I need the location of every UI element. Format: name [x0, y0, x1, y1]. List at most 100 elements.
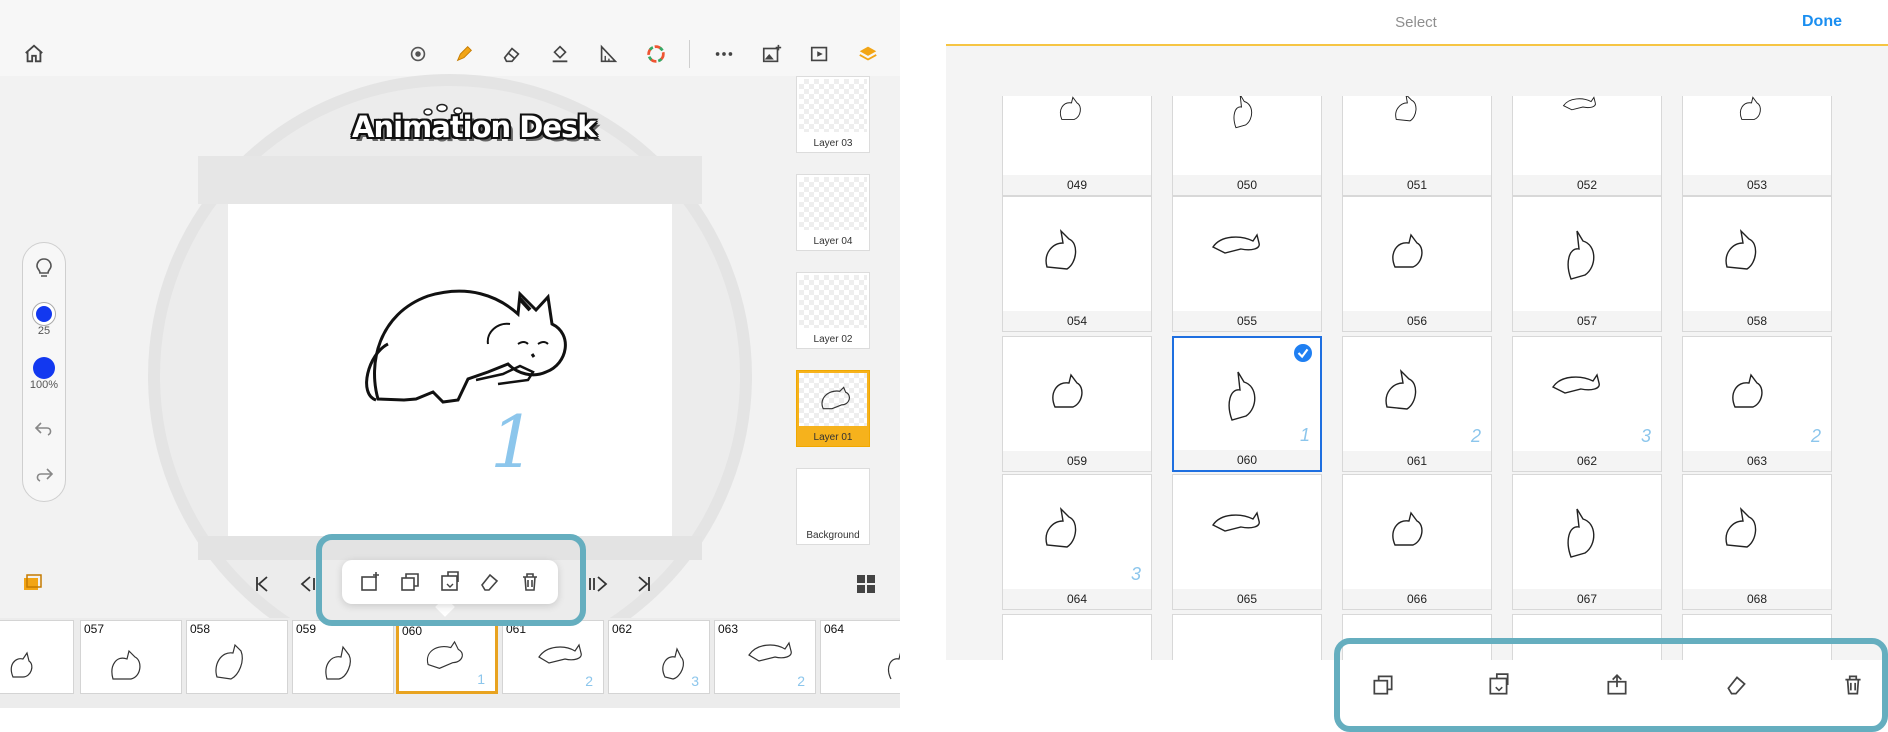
filmstrip-frame[interactable]: 058 [186, 620, 288, 694]
frame-mark: 2 [585, 673, 593, 689]
frame-cell-number: 066 [1343, 589, 1491, 609]
first-frame-icon[interactable] [250, 572, 274, 596]
redo-icon[interactable] [23, 465, 65, 488]
lightbulb-icon[interactable] [23, 257, 65, 282]
frame-cell[interactable]: 056 [1342, 196, 1492, 332]
layer-item[interactable]: Layer 04 [796, 174, 870, 251]
home-icon[interactable] [20, 40, 48, 68]
cat-sketch [1551, 373, 1600, 394]
frame-cell[interactable]: 3 064 [1002, 474, 1152, 610]
undo-icon[interactable] [23, 419, 65, 442]
frame-cell[interactable]: 065 [1172, 474, 1322, 610]
next-frame-icon[interactable] [586, 572, 610, 596]
onion-skin-icon[interactable] [404, 40, 432, 68]
opacity-value: 100% [29, 379, 59, 391]
frame-cell-number: 052 [1513, 175, 1661, 195]
frame-cell[interactable]: 052 [1512, 96, 1662, 196]
cat-thumbnail [1045, 506, 1077, 548]
frame-cell-partial[interactable] [1002, 614, 1152, 660]
drawing-canvas[interactable]: 1 [228, 204, 672, 536]
add-image-icon[interactable] [758, 40, 786, 68]
done-button[interactable]: Done [1802, 13, 1842, 31]
layers-icon[interactable] [854, 40, 882, 68]
frame-mark: 2 [1470, 426, 1481, 446]
layer-label: Background [806, 530, 860, 541]
frame-cell-number: 050 [1173, 175, 1321, 195]
cat-sketch [1211, 233, 1260, 254]
frame-cell[interactable]: 068 [1682, 474, 1832, 610]
frame-cell[interactable]: 050 [1172, 96, 1322, 196]
frame-cell[interactable]: 054 [1002, 196, 1152, 332]
cat-thumbnail [1392, 511, 1423, 546]
opacity-control[interactable]: 100% [23, 357, 65, 391]
checkmark-icon [1292, 342, 1314, 364]
ruler-icon[interactable] [594, 40, 622, 68]
layer-item[interactable]: Layer 02 [796, 272, 870, 349]
frame-mark: 1 [1299, 425, 1310, 445]
frame-cell[interactable]: 049 [1002, 96, 1152, 196]
cat-thumbnail [1233, 96, 1253, 129]
play-preview-icon[interactable] [806, 40, 834, 68]
frame-cell-number: 067 [1513, 589, 1661, 609]
frame-cell-partial[interactable] [1172, 614, 1322, 660]
last-frame-icon[interactable] [632, 572, 656, 596]
frame-cell-number: 064 [1003, 589, 1151, 609]
cat-thumbnail [1211, 233, 1260, 254]
cat-sketch [1732, 373, 1763, 408]
cat-sketch [1211, 511, 1260, 532]
frame-cell[interactable]: 3 062 [1512, 336, 1662, 472]
filmstrip-frame[interactable]: 057 [80, 620, 182, 694]
filmstrip-frame[interactable]: 059 [292, 620, 394, 694]
layer-item-active[interactable]: Layer 01 [796, 370, 870, 447]
frame-cell-number: 063 [1683, 451, 1831, 471]
frame-cell-number: 051 [1343, 175, 1491, 195]
cat-sketch [1567, 508, 1595, 558]
cat-thumbnail [1567, 230, 1595, 280]
frame-cell[interactable]: 051 [1342, 96, 1492, 196]
cat-thumbnail [1725, 506, 1757, 548]
filmstrip-frame[interactable]: 062 3 [608, 620, 710, 694]
frame-cell[interactable]: 059 [1002, 336, 1152, 472]
frame-cell-number: 056 [1343, 311, 1491, 331]
frame-cell-number: 057 [1513, 311, 1661, 331]
frame-cell[interactable]: 2 061 [1342, 336, 1492, 472]
cat-sketch [1567, 230, 1595, 280]
frame-cell[interactable]: 2 063 [1682, 336, 1832, 472]
eraser-icon[interactable] [498, 40, 526, 68]
frame-cell[interactable]: 057 [1512, 196, 1662, 332]
frame-cell[interactable]: 053 [1682, 96, 1832, 196]
cat-thumbnail [1562, 96, 1596, 111]
frame-mark: 3 [1640, 426, 1651, 446]
stage-shelf [198, 156, 702, 204]
frames-stack-icon[interactable] [20, 572, 44, 596]
layer-item[interactable]: Background [796, 468, 870, 545]
cat-thumbnail [1739, 96, 1761, 120]
layer-label: Layer 01 [813, 432, 853, 443]
cat-sketch [1045, 228, 1077, 270]
grid-view-icon[interactable] [854, 572, 878, 596]
brush-size-control[interactable]: 25 [23, 303, 65, 337]
frame-cell[interactable]: 058 [1682, 196, 1832, 332]
frame-mark: 3 [1130, 564, 1141, 584]
layer-item[interactable]: Layer 03 [796, 76, 870, 153]
cat-sketch [1045, 506, 1077, 548]
filmstrip-frame[interactable]: 064 [820, 620, 900, 694]
filmstrip-frame[interactable]: 061 2 [502, 620, 604, 694]
more-icon[interactable] [710, 40, 738, 68]
cat-thumbnail [1392, 233, 1423, 268]
frame-mark: 2 [797, 673, 805, 689]
frame-cell[interactable]: 067 [1512, 474, 1662, 610]
frame-cell[interactable]: 066 [1342, 474, 1492, 610]
filmstrip-frame-active[interactable]: 060 1 [396, 620, 498, 694]
cat-thumbnail [1059, 96, 1081, 120]
frame-cell[interactable]: 055 [1172, 196, 1322, 332]
filmstrip-frame[interactable] [0, 620, 74, 694]
cat-thumbnail [1052, 373, 1083, 408]
cat-thumbnail [1395, 96, 1417, 122]
filmstrip-frame[interactable]: 063 2 [714, 620, 816, 694]
cat-thumbnail [1732, 373, 1763, 408]
pen-tool-icon[interactable] [450, 40, 478, 68]
color-wheel-icon[interactable] [642, 40, 670, 68]
frame-cell-selected[interactable]: 1 060 [1172, 336, 1322, 472]
fill-bucket-icon[interactable] [546, 40, 574, 68]
